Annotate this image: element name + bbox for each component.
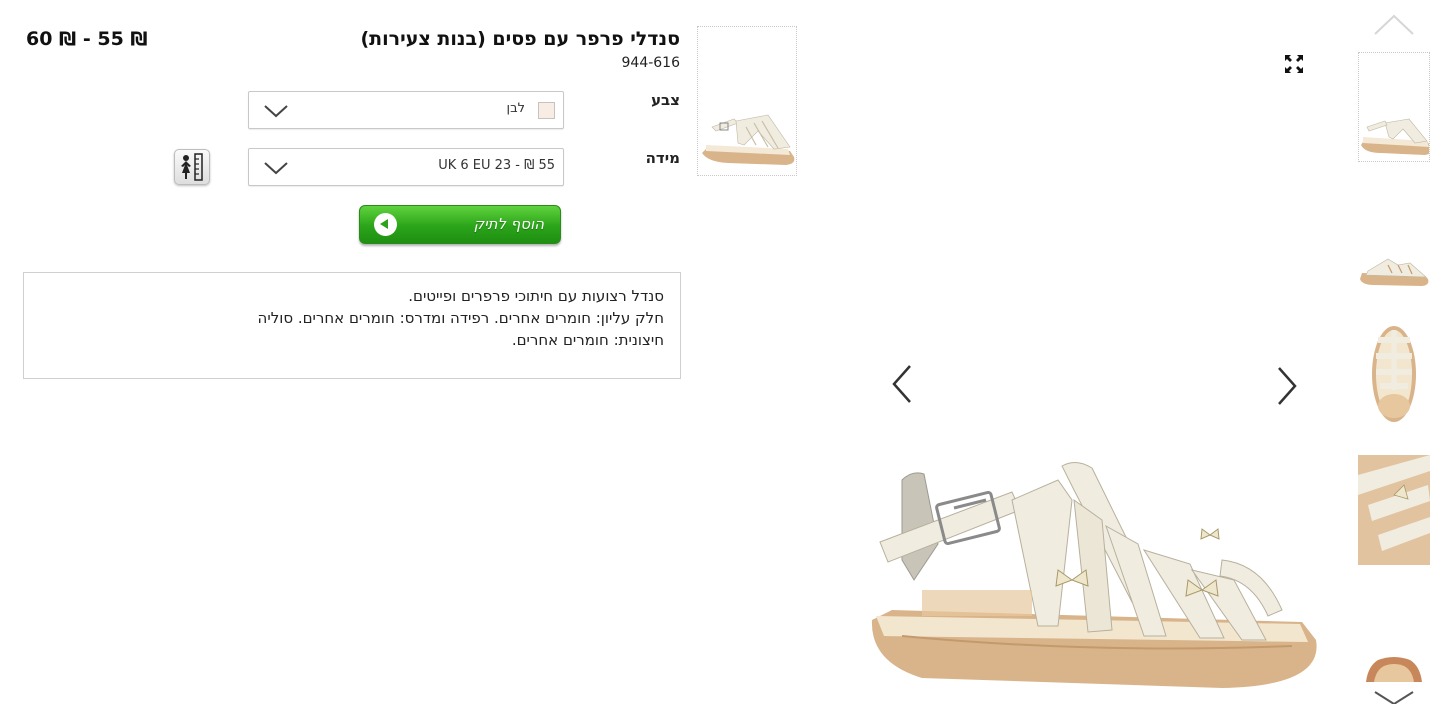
chevron-down-icon [264, 162, 288, 175]
sandal-back-thumbnail-image [1366, 657, 1422, 682]
size-guide-button[interactable] [174, 149, 210, 185]
sandal-top-thumbnail-image [1372, 326, 1416, 422]
product-title: סנדלי פרפר עם פסים (בנות צעירות) [360, 28, 680, 50]
chevron-right-icon[interactable] [1275, 366, 1299, 406]
sandal-side-thumbnail-image [1360, 258, 1429, 286]
color-select[interactable]: לבן [248, 91, 564, 129]
size-value: UK 6 EU 23 - ₪ 55 [438, 158, 555, 173]
chevron-up-icon[interactable] [1373, 12, 1415, 36]
selected-color-thumbnail[interactable] [697, 26, 797, 176]
sandal-detail-thumbnail-image [1358, 455, 1430, 565]
gallery-thumbnail[interactable] [1358, 455, 1430, 565]
sandal-thumbnail-image [1361, 118, 1429, 155]
gallery-thumbnail[interactable] [1358, 320, 1430, 430]
size-guide-icon [181, 153, 203, 181]
product-description: סנדל רצועות עם חיתוכי פרפרים ופייטים. חל… [23, 272, 681, 379]
gallery-thumbnail[interactable] [1358, 52, 1430, 162]
sandal-thumbnail-image [702, 114, 795, 165]
add-to-bag-button[interactable]: הוסף לתיק [359, 205, 561, 244]
description-line: חלק עליון: חומרים אחרים. רפידה ומדרס: חו… [257, 309, 664, 327]
size-label: מידה [645, 149, 680, 167]
color-value: לבן [506, 101, 525, 116]
expand-icon[interactable] [1283, 53, 1305, 75]
description-line: חיצונית: חומרים אחרים. [511, 331, 664, 349]
size-select[interactable]: UK 6 EU 23 - ₪ 55 [248, 148, 564, 186]
chevron-left-icon[interactable] [890, 364, 914, 404]
product-price: 60 ₪ - 55 ₪ [26, 28, 148, 50]
product-main-image [871, 462, 1317, 688]
color-swatch [538, 102, 555, 119]
description-line: סנדל רצועות עם חיתוכי פרפרים ופייטים. [408, 287, 664, 305]
product-sku: 944-616 [621, 55, 681, 71]
chevron-down-icon[interactable] [1373, 690, 1415, 704]
arrow-left-icon [374, 213, 397, 236]
add-to-bag-label: הוסף לתיק [473, 215, 544, 233]
gallery-thumbnail[interactable] [1358, 185, 1430, 295]
chevron-down-icon [264, 105, 288, 118]
gallery-thumbnail[interactable] [1358, 590, 1430, 682]
color-label: צבע [651, 91, 680, 109]
